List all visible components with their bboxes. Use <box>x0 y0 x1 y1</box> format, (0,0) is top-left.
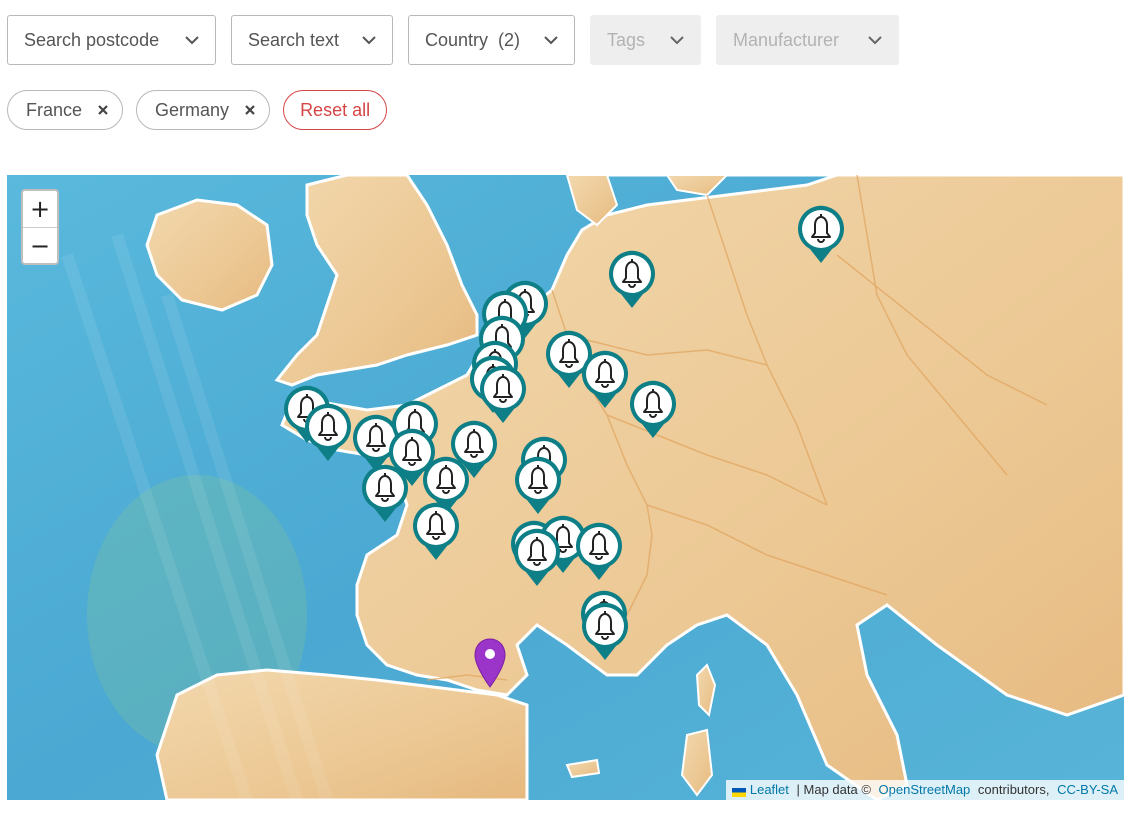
chip-france: France <box>7 90 124 130</box>
bell-marker-icon[interactable] <box>574 522 624 582</box>
bell-marker-icon[interactable] <box>796 205 846 265</box>
tags-label: Tags <box>607 29 646 50</box>
bell-marker-icon[interactable] <box>411 502 461 562</box>
tags-dropdown: Tags <box>590 15 701 65</box>
zoom-out-button[interactable]: − <box>23 228 57 263</box>
chevron-down-icon <box>185 35 199 45</box>
attribution-text: contributors, <box>974 782 1054 797</box>
chevron-down-icon <box>362 35 376 45</box>
zoom-control: + − <box>21 189 59 265</box>
manufacturer-dropdown: Manufacturer <box>716 15 899 65</box>
chip-label: France <box>26 99 83 120</box>
search-postcode-dropdown[interactable]: Search postcode <box>7 15 216 65</box>
chevron-down-icon <box>670 35 684 45</box>
bell-marker-icon[interactable] <box>360 464 410 524</box>
zoom-in-button[interactable]: + <box>23 191 57 228</box>
chip-label: Germany <box>155 99 230 120</box>
close-icon[interactable] <box>98 105 108 115</box>
manufacturer-label: Manufacturer <box>733 29 840 50</box>
chip-germany: Germany <box>136 90 271 130</box>
active-filter-chips: France Germany Reset all <box>7 90 388 130</box>
bell-marker-icon[interactable] <box>478 365 528 425</box>
openstreetmap-link[interactable]: OpenStreetMap <box>879 782 971 797</box>
country-dropdown[interactable]: Country (2) <box>408 15 575 65</box>
ukraine-flag-icon <box>731 785 746 797</box>
bell-marker-icon[interactable] <box>607 250 657 310</box>
search-text-dropdown[interactable]: Search text <box>231 15 393 65</box>
filter-bar: Search postcode Search text Country (2) … <box>7 15 899 65</box>
chevron-down-icon <box>868 35 882 45</box>
attribution-text: | Map data © <box>792 782 875 797</box>
map-attribution: Leaflet | Map data © OpenStreetMap contr… <box>725 780 1124 800</box>
leaflet-link[interactable]: Leaflet <box>750 782 789 797</box>
close-icon[interactable] <box>245 105 255 115</box>
map-view[interactable]: + − Leaflet | Map data © OpenStreetMap c… <box>7 175 1124 800</box>
search-postcode-label: Search postcode <box>24 29 160 50</box>
bell-marker-icon[interactable] <box>303 403 353 463</box>
reset-all-button[interactable]: Reset all <box>283 90 388 130</box>
chevron-down-icon <box>544 35 558 45</box>
bell-marker-icon[interactable] <box>512 528 562 588</box>
bell-marker-icon[interactable] <box>580 602 630 662</box>
bell-marker-icon[interactable] <box>580 350 630 410</box>
search-text-label: Search text <box>248 29 340 50</box>
license-link[interactable]: CC-BY-SA <box>1057 782 1118 797</box>
location-pin-icon[interactable] <box>473 638 507 688</box>
country-label: Country (2) <box>425 29 521 50</box>
bell-marker-icon[interactable] <box>513 456 563 516</box>
bell-marker-icon[interactable] <box>628 380 678 440</box>
